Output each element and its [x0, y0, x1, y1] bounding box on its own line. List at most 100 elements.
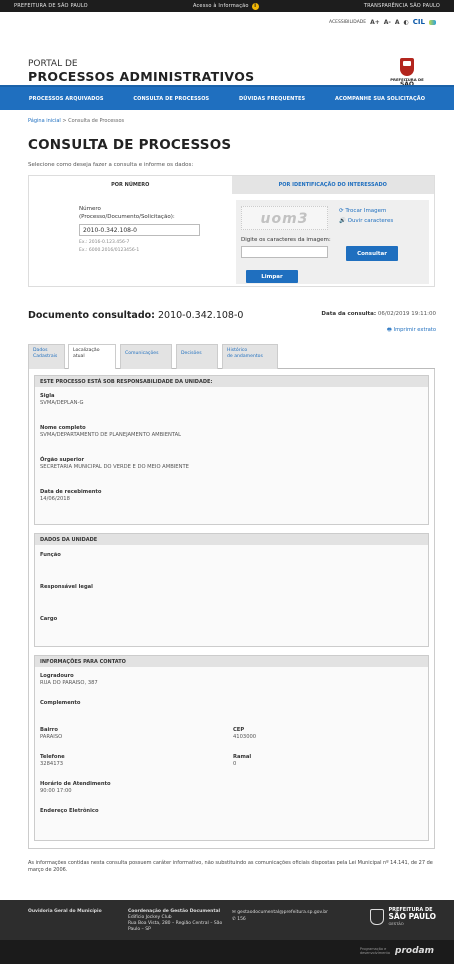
footer-phone-label: 156: [237, 917, 246, 922]
field-label: Ramal: [233, 754, 252, 760]
field-value: RUA DO PARAISO, 387: [40, 680, 98, 686]
captcha-box: uom3 ⟳ Trocar Imagem 🔊 Ouvir caracteres …: [236, 200, 429, 284]
example-2: Ex.: 6000.2016/0123456-1: [79, 248, 140, 253]
developer-credit: Programação e desenvolvimento: [360, 947, 390, 955]
field-value: 14/06/2018: [40, 496, 70, 502]
info-icon[interactable]: i: [251, 2, 259, 10]
speaker-icon[interactable]: 🔊: [339, 218, 348, 224]
coat-of-arms-icon: [400, 58, 414, 76]
tab-content: ESTE PROCESSO ESTÁ SOB RESPONSABILIDADE …: [28, 369, 435, 849]
section-header: ESTE PROCESSO ESTÁ SOB RESPONSABILIDADE …: [35, 376, 428, 387]
captcha-image: uom3: [241, 206, 328, 230]
number-label-detail: (Processo/Documento/Solicitação):: [79, 214, 175, 220]
section-header: DADOS DA UNIDADE: [35, 534, 428, 545]
cil-button[interactable]: CIL: [413, 18, 425, 26]
tab-decisions[interactable]: Decisões: [176, 344, 218, 369]
field-label: Logradouro: [40, 673, 74, 679]
tab-by-number[interactable]: POR NÚMERO: [29, 176, 232, 194]
field-superior-organ: Órgão superior SECRETARIA MUNICIPAL DO V…: [40, 457, 189, 471]
field-label: CEP: [233, 727, 245, 733]
nav-archived-processes[interactable]: PROCESSOS ARQUIVADOS: [29, 96, 104, 102]
breadcrumb: Página inicial > Consulta de Processos: [28, 118, 124, 124]
field-street: Logradouro RUA DO PARAISO, 387: [40, 673, 98, 687]
print-extract-link[interactable]: 🖶 Imprimir extrato: [387, 326, 436, 335]
consult-button[interactable]: Consultar: [346, 246, 398, 261]
footer-logo[interactable]: PREFEITURA DE SÃO PAULO GESTÃO: [370, 907, 436, 927]
field-extension: Ramal 0: [233, 754, 251, 768]
query-date-value: 06/02/2019 19:11:00: [377, 311, 436, 317]
tab-label-line1[interactable]: Comunicações: [125, 351, 167, 357]
access-info-label[interactable]: Acesso à Informação: [193, 3, 249, 9]
font-decrease-button[interactable]: A-: [384, 19, 391, 26]
field-full-name: Nome completo SVMA/DEPARTAMENTO DE PLANE…: [40, 425, 181, 439]
example-1: Ex.: 2016-0.123.456-7: [79, 240, 130, 245]
tab-label-line1[interactable]: Decisões: [181, 351, 213, 357]
footer-email[interactable]: ✉ gestaodocumental@prefeitura.sp.gov.br: [232, 909, 328, 916]
query-date-label: Data da consulta:: [321, 311, 377, 317]
contrast-icon[interactable]: ◐: [404, 19, 409, 26]
main-nav: PROCESSOS ARQUIVADOS CONSULTA DE PROCESS…: [0, 85, 454, 110]
query-date: Data da consulta: 06/02/2019 19:11:00: [321, 311, 436, 317]
site-footer: Ouvidoria Geral do Município Coordenação…: [0, 900, 454, 940]
breadcrumb-separator: >: [62, 118, 67, 124]
footer-logo-line2: SÃO PAULO: [388, 912, 436, 921]
field-received-date: Data de recebimento 14/06/2018: [40, 489, 101, 503]
field-value: SECRETARIA MUNICIPAL DO VERDE E DO MEIO …: [40, 464, 189, 470]
coat-of-arms-icon: [370, 909, 385, 925]
change-image-label[interactable]: Trocar Imagem: [345, 208, 386, 214]
hand-sign-icon[interactable]: [429, 19, 436, 25]
clear-button[interactable]: Limpar: [246, 270, 298, 283]
topbar-access-info[interactable]: Acesso à Informação i: [193, 2, 259, 10]
captcha-input[interactable]: [241, 246, 328, 258]
field-email: Endereço Eletrônico: [40, 808, 99, 815]
field-opening-hours: Horário de Atendimento 90:00 17:00: [40, 781, 111, 795]
prodam-logo[interactable]: prodam: [395, 946, 434, 956]
page-title: CONSULTA DE PROCESSOS: [28, 137, 232, 153]
tab-label-line2[interactable]: atual: [73, 354, 111, 360]
field-value: 3284173: [40, 761, 64, 767]
change-image-link[interactable]: ⟳ Trocar Imagem: [339, 208, 386, 214]
field-label: Responsável legal: [40, 584, 93, 590]
bottom-bar: Programação e desenvolvimento prodam: [0, 940, 454, 964]
accessibility-label[interactable]: ACESSIBILIDADE: [329, 20, 366, 25]
tab-history[interactable]: Histórico de andamentos: [222, 344, 278, 369]
field-position: Cargo: [40, 616, 57, 623]
print-extract-label[interactable]: Imprimir extrato: [394, 327, 436, 333]
tab-registration-data[interactable]: Dados Cadastrais: [28, 344, 65, 369]
field-label: Horário de Atendimento: [40, 781, 111, 787]
developer-credit-line2: desenvolvimento: [359, 951, 390, 955]
breadcrumb-home[interactable]: Página inicial: [28, 118, 61, 124]
field-label: Telefone: [40, 754, 65, 760]
footer-ombudsman-link[interactable]: Ouvidoria Geral do Município: [28, 909, 102, 914]
field-value: SVMA/DEPARTAMENTO DE PLANEJAMENTO AMBIEN…: [40, 432, 182, 438]
topbar-city-link[interactable]: PREFEITURA DE SÃO PAULO: [14, 3, 88, 9]
portal-title[interactable]: PROCESSOS ADMINISTRATIVOS: [28, 69, 254, 84]
font-increase-button[interactable]: A+: [370, 19, 380, 26]
field-value: PARAISO: [40, 734, 63, 740]
page-subtitle: Selecione como deseja fazer a consulta e…: [28, 162, 194, 168]
nav-process-lookup[interactable]: CONSULTA DE PROCESSOS: [133, 96, 209, 102]
detail-tabs: Dados Cadastrais Localização atual Comunic…: [28, 344, 435, 370]
nav-faq[interactable]: DÚVIDAS FREQUENTES: [239, 96, 305, 102]
nav-track-request[interactable]: ACOMPANHE SUA SOLICITAÇÃO: [335, 96, 425, 102]
field-label: Nome completo: [40, 425, 86, 431]
topbar-transparency-link[interactable]: TRANSPARÊNCIA SÃO PAULO: [364, 3, 440, 9]
footer-email-label[interactable]: gestaodocumental@prefeitura.sp.gov.br: [237, 910, 328, 915]
field-value: SVMA/DEPLAN-G: [40, 400, 84, 406]
tab-label-line2[interactable]: de andamentos: [227, 354, 273, 360]
listen-link[interactable]: 🔊 Ouvir caracteres: [339, 218, 393, 224]
field-label: Bairro: [40, 727, 58, 733]
captcha-label: Digite os caracteres da imagem:: [241, 237, 331, 243]
footer-phone: ✆ 156: [232, 916, 328, 923]
tab-label-line2[interactable]: Cadastrais: [33, 354, 60, 360]
tab-by-person[interactable]: POR IDENTIFICAÇÃO DO INTERESSADO: [231, 176, 434, 194]
contact-info-section: INFORMAÇÕES PARA CONTATO Logradouro RUA …: [34, 655, 429, 841]
tab-current-location[interactable]: Localização atual: [68, 344, 116, 370]
font-reset-button[interactable]: A: [395, 19, 400, 26]
process-number-input[interactable]: 2010-0.342.108-0: [79, 224, 200, 236]
tab-communications[interactable]: Comunicações: [120, 344, 172, 369]
field-postal-code: CEP 4103000: [233, 727, 256, 741]
field-district: Bairro PARAISO: [40, 727, 62, 741]
listen-label[interactable]: Ouvir caracteres: [348, 218, 394, 224]
field-label: Endereço Eletrônico: [40, 808, 99, 814]
